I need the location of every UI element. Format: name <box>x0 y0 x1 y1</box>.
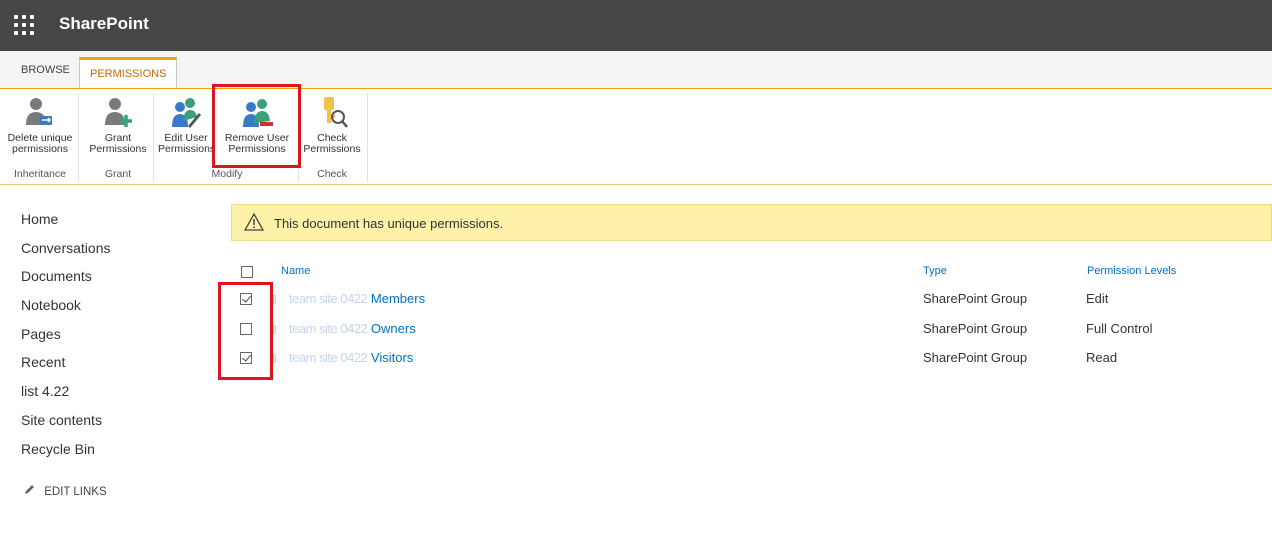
nav-item-documents[interactable]: Documents <box>21 267 111 296</box>
tab-permissions[interactable]: PERMISSIONS <box>79 57 178 88</box>
check-permissions-icon <box>316 95 348 129</box>
pencil-icon <box>24 484 36 498</box>
nav-item-home[interactable]: Home <box>21 210 111 239</box>
nav-item-site-contents[interactable]: Site contents <box>21 411 111 440</box>
group-divider <box>78 93 79 182</box>
app-launcher-icon[interactable] <box>14 15 34 35</box>
brand-title[interactable]: SharePoint <box>59 14 149 34</box>
grant-permissions-button[interactable]: Grant Permissions <box>86 95 150 155</box>
group-label-grant: Grant <box>104 168 132 180</box>
ribbon-tabs: BROWSE PERMISSIONS <box>0 51 1272 89</box>
delete-permissions-icon <box>24 95 56 129</box>
unique-permissions-infobar: This document has unique permissions. <box>231 204 1272 241</box>
grant-label-2: Permissions <box>89 143 147 155</box>
highlight-row-checkboxes <box>218 282 273 380</box>
column-header-name[interactable]: Name <box>281 265 310 277</box>
group-label-check: Check <box>317 168 347 180</box>
check-permissions-button[interactable]: Check Permissions <box>302 95 362 155</box>
highlight-remove-button <box>212 84 301 168</box>
column-header-permission-levels[interactable]: Permission Levels <box>1087 265 1176 277</box>
warning-icon <box>243 212 265 231</box>
group-type: SharePoint Group <box>923 321 1028 336</box>
check-label-2: Permissions <box>303 143 361 155</box>
group-name-link[interactable]: team site 0422 Owners <box>289 321 416 336</box>
nav-item-recent[interactable]: Recent <box>21 353 111 382</box>
grant-permissions-icon <box>102 95 134 129</box>
group-name-obscured: team site 0422 <box>289 291 368 306</box>
group-label-inheritance: Inheritance <box>14 168 66 180</box>
nav-item-pages[interactable]: Pages <box>21 325 111 354</box>
edit-user-label-2: Permissions <box>158 143 214 155</box>
group-name-suffix: Members <box>370 291 426 306</box>
delete-unique-label-2: permissions <box>11 143 69 155</box>
column-header-type[interactable]: Type <box>923 265 947 277</box>
nav-item-conversations[interactable]: Conversations <box>21 239 111 268</box>
row-status-marker <box>273 295 276 304</box>
edit-links-label: EDIT LINKS <box>44 486 107 498</box>
group-label-modify: Modify <box>211 168 243 180</box>
group-type: SharePoint Group <box>923 291 1028 306</box>
nav-item-notebook[interactable]: Notebook <box>21 296 111 325</box>
group-name-link[interactable]: team site 0422 Visitors <box>289 350 413 365</box>
edit-permissions-icon <box>170 95 202 129</box>
quick-launch: Home Conversations Documents Notebook Pa… <box>21 210 111 468</box>
nav-item-recycle-bin[interactable]: Recycle Bin <box>21 440 111 469</box>
delete-unique-permissions-button[interactable]: Delete unique permissions <box>4 95 76 155</box>
suite-bar: SharePoint <box>0 0 1272 51</box>
select-all-checkbox[interactable] <box>241 266 253 278</box>
row-status-marker <box>273 354 276 363</box>
group-type: SharePoint Group <box>923 350 1028 365</box>
ribbon: Delete unique permissions Inheritance Gr… <box>0 89 1272 185</box>
group-divider <box>367 93 368 182</box>
permission-level: Read <box>1086 350 1118 365</box>
edit-user-permissions-button[interactable]: Edit User Permissions <box>158 95 214 155</box>
group-name-obscured: team site 0422 <box>289 321 368 336</box>
permission-level: Edit <box>1086 291 1109 306</box>
group-name-suffix: Owners <box>370 321 416 336</box>
tab-browse[interactable]: BROWSE <box>21 64 70 76</box>
infobar-message: This document has unique permissions. <box>274 216 504 231</box>
nav-item-list[interactable]: list 4.22 <box>21 382 111 411</box>
group-name-link[interactable]: team site 0422 Members <box>289 291 425 306</box>
group-name-obscured: team site 0422 <box>289 350 368 365</box>
edit-links-button[interactable]: EDIT LINKS <box>24 484 107 498</box>
row-status-marker <box>273 325 276 334</box>
permission-level: Full Control <box>1086 321 1153 336</box>
group-name-suffix: Visitors <box>370 350 414 365</box>
group-divider <box>153 93 154 182</box>
